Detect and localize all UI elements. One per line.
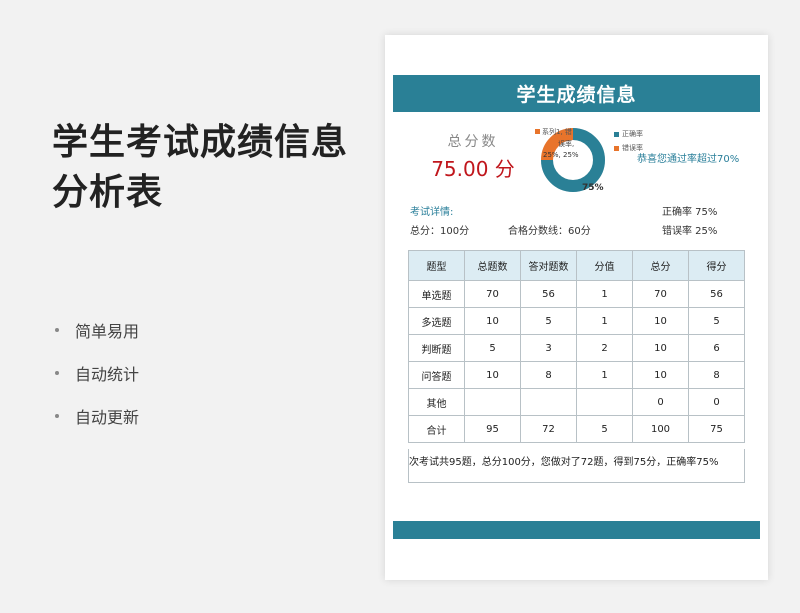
- table-total-row: 合计 95 72 5 100 75: [408, 415, 745, 443]
- legend-item-correct: 正确率: [614, 127, 643, 141]
- column-header: 总分: [632, 250, 689, 281]
- table-cell: 其他: [408, 388, 465, 416]
- legend-swatch-icon: [614, 145, 619, 151]
- table-header-row: 题型 总题数 答对题数 分值 总分 得分: [408, 250, 745, 281]
- detail-title: 考试详情:: [410, 207, 454, 218]
- table-cell: 单选题: [408, 280, 465, 308]
- table-cell: 0: [632, 388, 689, 416]
- column-header: 总题数: [464, 250, 521, 281]
- chart-correct-pct-label: 75%: [582, 183, 604, 193]
- table-row: 单选题 70 56 1 70 56: [408, 280, 745, 308]
- feature-item: 自动统计: [55, 351, 139, 394]
- table-row: 判断题 5 3 2 10 6: [408, 334, 745, 362]
- table-cell: 10: [632, 361, 689, 389]
- table-cell: 0: [688, 388, 745, 416]
- total-points: 总分：100分: [410, 226, 470, 237]
- column-header: 题型: [408, 250, 465, 281]
- chart-wrong-label: 误率,: [558, 140, 575, 148]
- column-header: 得分: [688, 250, 745, 281]
- sheet-footer-bar: [393, 521, 760, 539]
- congrats-text: 恭喜您通过率超过70%: [637, 154, 740, 165]
- table-cell: 70: [632, 280, 689, 308]
- correct-rate: 正确率 75%: [662, 207, 718, 218]
- score-value: 75.00 分: [431, 157, 515, 181]
- table-cell: [576, 388, 633, 416]
- series-swatch-icon: [535, 129, 540, 134]
- table-cell: 问答题: [408, 361, 465, 389]
- wrong-rate: 错误率 25%: [662, 226, 718, 237]
- table-cell: 1: [576, 280, 633, 308]
- table-cell: 56: [688, 280, 745, 308]
- table-cell: 1: [576, 361, 633, 389]
- table-cell: 5: [576, 415, 633, 443]
- table-cell: 5: [688, 307, 745, 335]
- promo-title: 学生考试成绩信息分析表: [52, 122, 349, 213]
- sheet-banner: 学生成绩信息: [393, 75, 760, 112]
- feature-list: 简单易用 自动统计 自动更新: [55, 308, 139, 437]
- table-cell: 10: [464, 361, 521, 389]
- table-row: 问答题 10 8 1 10 8: [408, 361, 745, 389]
- table-cell: 1: [576, 307, 633, 335]
- bullet-icon: [55, 413, 59, 418]
- table-cell: 3: [520, 334, 577, 362]
- chart-series-label: 系列1, 错: [535, 127, 572, 137]
- table-cell: 56: [520, 280, 577, 308]
- bullet-icon: [55, 370, 59, 375]
- table-cell: 8: [688, 361, 745, 389]
- score-label: 总分数: [447, 134, 499, 150]
- table-cell: 5: [464, 334, 521, 362]
- column-header: 分值: [576, 250, 633, 281]
- table-cell: 10: [632, 307, 689, 335]
- table-cell: 72: [520, 415, 577, 443]
- table-cell: [464, 388, 521, 416]
- legend-swatch-icon: [614, 131, 619, 137]
- score-table: 题型 总题数 答对题数 分值 总分 得分 单选题 70 56 1 70 56 多…: [408, 250, 745, 443]
- feature-item: 自动更新: [55, 394, 139, 437]
- table-cell: 合计: [408, 415, 465, 443]
- table-row: 其他 0 0: [408, 388, 745, 416]
- summary-text: 次考试共95题，总分100分，您做对了72题，得到75分，正确率75%: [408, 449, 745, 483]
- table-cell: 75: [688, 415, 745, 443]
- table-cell: 2: [576, 334, 633, 362]
- bullet-icon: [55, 327, 59, 332]
- report-sheet: 学生成绩信息 总分数 75.00 分 系列1, 错 误率, 25%, 25% 7…: [385, 35, 768, 580]
- table-cell: 6: [688, 334, 745, 362]
- table-cell: 10: [632, 334, 689, 362]
- table-cell: [520, 388, 577, 416]
- column-header: 答对题数: [520, 250, 577, 281]
- pass-line: 合格分数线：60分: [508, 226, 591, 237]
- table-cell: 70: [464, 280, 521, 308]
- table-cell: 100: [632, 415, 689, 443]
- table-cell: 5: [520, 307, 577, 335]
- table-cell: 10: [464, 307, 521, 335]
- table-cell: 判断题: [408, 334, 465, 362]
- feature-item: 简单易用: [55, 308, 139, 351]
- table-cell: 多选题: [408, 307, 465, 335]
- table-cell: 95: [464, 415, 521, 443]
- table-cell: 8: [520, 361, 577, 389]
- table-row: 多选题 10 5 1 10 5: [408, 307, 745, 335]
- chart-wrong-pct-label: 25%, 25%: [543, 151, 579, 159]
